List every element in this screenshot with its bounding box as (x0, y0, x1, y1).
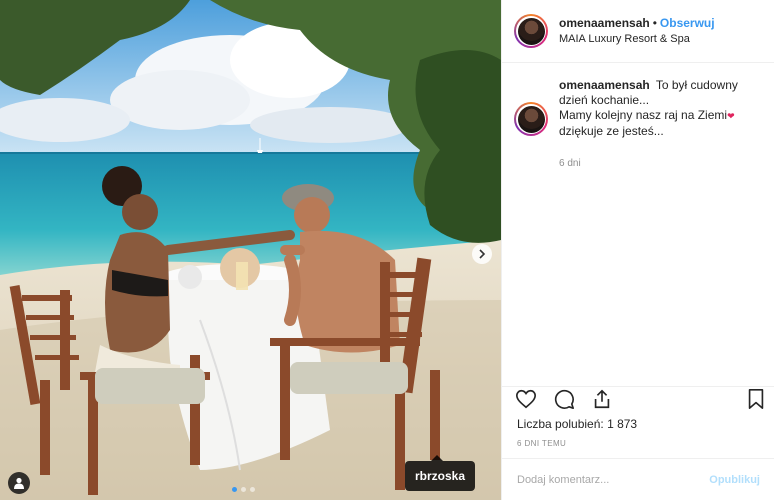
post-header: omenaamensah • Obserwuj MAIA Luxury Resort… (502, 0, 774, 63)
publish-button[interactable]: Opublikuj (709, 474, 760, 486)
bookmark-icon (748, 389, 764, 409)
header-text: omenaamensah • Obserwuj MAIA Luxury Resort… (559, 15, 715, 47)
action-buttons (514, 387, 614, 411)
beach-photo-illustration (0, 0, 501, 500)
like-button[interactable] (514, 387, 538, 411)
likes-number: 1 873 (607, 417, 638, 431)
caption: omenaamensah To był cudowny dzień kochan… (502, 63, 774, 171)
caption-text-line3: dziękuje ze jesteś... (559, 124, 664, 138)
caption-text-line2: Mamy kolejny nasz raj na Ziemi (559, 108, 728, 122)
caption-avatar[interactable] (514, 102, 548, 136)
carousel-indicator (232, 487, 255, 492)
separator-dot: • (652, 16, 657, 30)
caption-timestamp[interactable]: 6 dni (559, 156, 759, 171)
comment-bar: Opublikuj (502, 458, 774, 500)
share-icon (594, 389, 610, 409)
user-icon (14, 477, 24, 489)
share-button[interactable] (590, 387, 614, 411)
chevron-right-icon (479, 249, 486, 259)
carousel-dot (250, 487, 255, 492)
caption-username[interactable]: omenaamensah (559, 78, 650, 92)
avatar[interactable] (514, 14, 548, 48)
location-link[interactable]: MAIA Luxury Resort & Spa (559, 31, 715, 47)
follow-button[interactable]: Obserwuj (660, 16, 715, 30)
heart-icon (516, 389, 536, 409)
user-tags-button[interactable] (8, 472, 30, 494)
post-date[interactable]: 6 DNI TEMU (517, 439, 566, 448)
next-photo-button[interactable] (472, 244, 492, 264)
save-button[interactable] (744, 387, 768, 411)
carousel-dot (241, 487, 246, 492)
post-photo[interactable]: rbrzoska (0, 0, 501, 500)
likes-label: Liczba polubień: (517, 417, 604, 431)
photo-user-tag[interactable]: rbrzoska (405, 455, 476, 491)
comment-icon (554, 389, 574, 409)
comment-input[interactable] (517, 473, 710, 486)
likes-count[interactable]: Liczba polubień: 1 873 (517, 417, 637, 431)
heart-emoji: ❤ (727, 111, 735, 121)
post-side-panel: omenaamensah • Obserwuj MAIA Luxury Resort… (501, 0, 774, 500)
caption-body: omenaamensah To był cudowny dzień kochan… (559, 78, 759, 171)
username-link[interactable]: omenaamensah (559, 16, 650, 30)
comment-button[interactable] (552, 387, 576, 411)
instagram-post: rbrzoska omenaamensah • Obserwuj MAIA Luxu… (0, 0, 774, 500)
carousel-dot (232, 487, 237, 492)
